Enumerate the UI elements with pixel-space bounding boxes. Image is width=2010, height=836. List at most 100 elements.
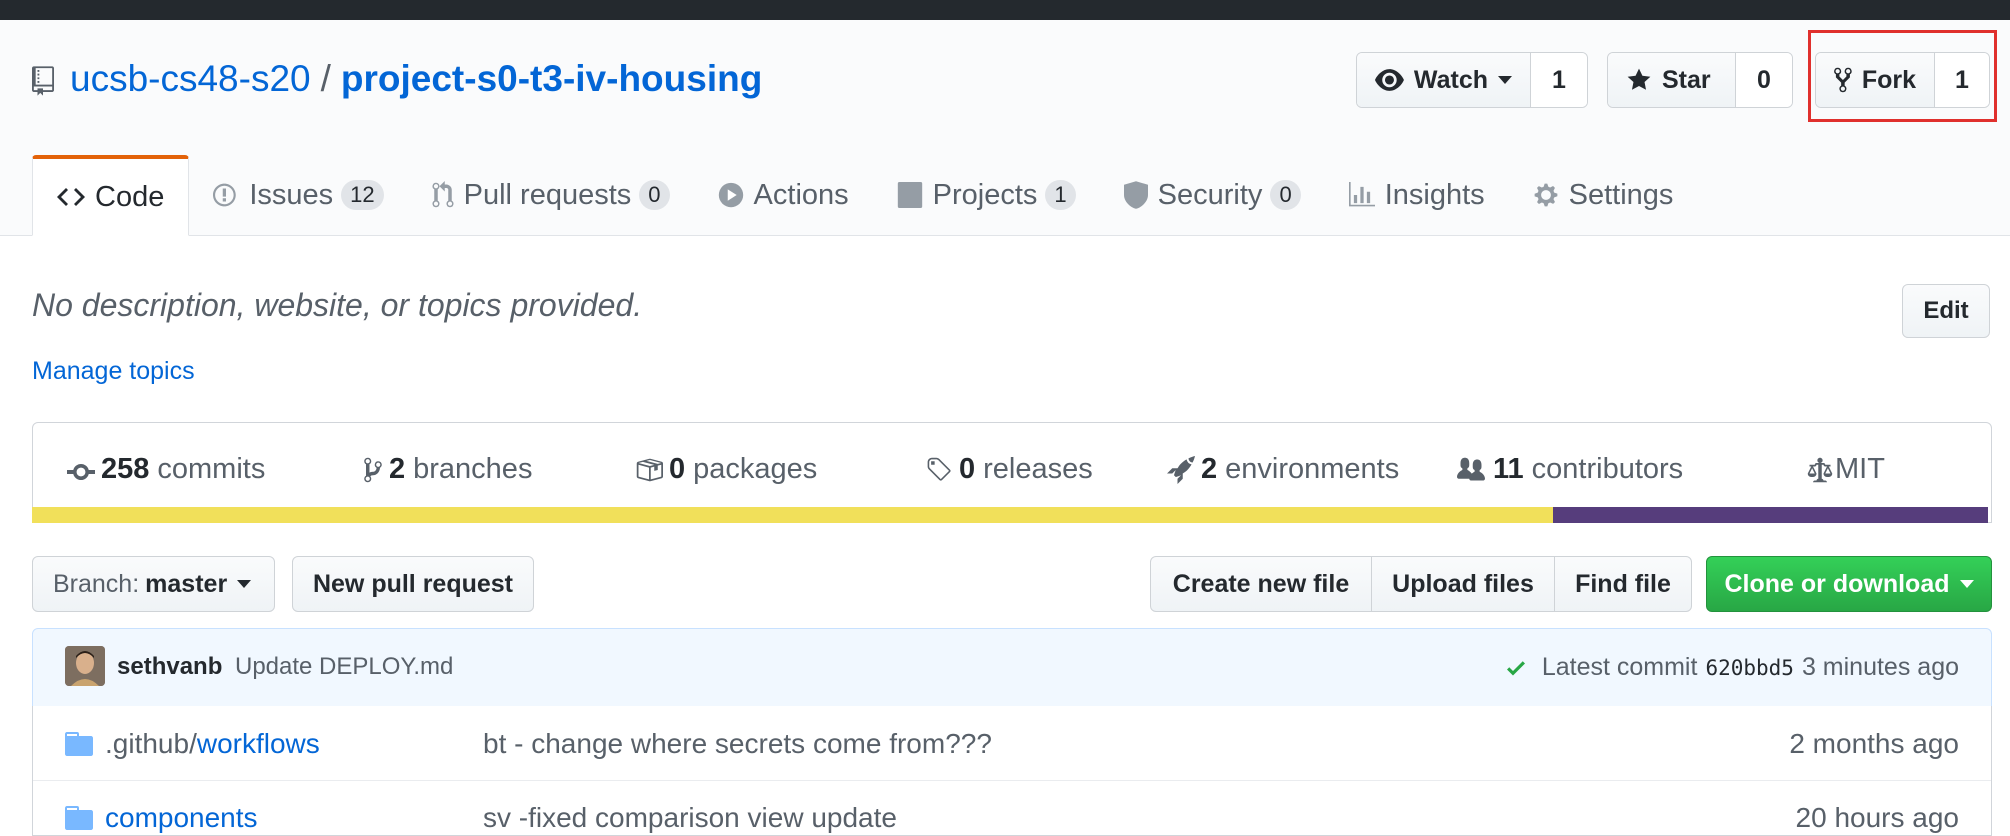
eye-icon <box>1375 69 1404 91</box>
file-row: components sv -fixed comparison view upd… <box>33 780 1991 835</box>
file-actions-group: Create new file Upload files Find file <box>1150 556 1692 612</box>
tab-insights-label: Insights <box>1384 178 1485 211</box>
license-link[interactable]: MIT <box>1805 453 1885 486</box>
repo-icon <box>32 66 54 96</box>
repo-title: ucsb-cs48-s20/project-s0-t3-iv-housing <box>70 56 762 102</box>
upload-files-button[interactable]: Upload files <box>1372 557 1555 611</box>
clone-or-download-button[interactable]: Clone or download <box>1706 556 1992 612</box>
commit-age: 3 minutes ago <box>1801 653 1959 681</box>
file-name[interactable]: components <box>105 802 258 834</box>
find-file-button[interactable]: Find file <box>1555 557 1691 611</box>
file-name-link[interactable]: workflows <box>197 728 320 759</box>
tab-issues[interactable]: Issues 12 <box>189 155 407 235</box>
license-label: MIT <box>1835 453 1885 485</box>
law-icon <box>1807 457 1833 482</box>
watch-button[interactable]: Watch <box>1357 53 1531 107</box>
tab-projects-counter: 1 <box>1045 180 1076 210</box>
tab-projects[interactable]: Projects 1 <box>873 155 1100 235</box>
tab-pull-requests-label: Pull requests <box>463 178 632 211</box>
tab-insights[interactable]: Insights <box>1325 155 1509 235</box>
watch-count[interactable]: 1 <box>1531 53 1587 107</box>
star-button[interactable]: Star <box>1608 53 1736 107</box>
commit-author-link[interactable]: sethvanb <box>117 653 222 681</box>
tab-settings-label: Settings <box>1568 178 1674 211</box>
folder-icon <box>65 732 93 756</box>
repo-nav: Code Issues 12 Pull requests 0 Actions P… <box>32 155 1697 236</box>
tab-security-label: Security <box>1157 178 1263 211</box>
branch-select-button[interactable]: Branch: master <box>32 556 275 612</box>
user-avatar-image <box>65 646 105 686</box>
create-new-file-button[interactable]: Create new file <box>1151 557 1372 611</box>
star-label: Star <box>1662 65 1711 94</box>
contributors-link[interactable]: 11 contributors <box>1455 453 1683 486</box>
commits-count: 258 <box>101 453 150 485</box>
folder-icon <box>65 806 93 830</box>
star-group: Star 0 <box>1607 52 1793 108</box>
chevron-down-icon <box>1498 76 1512 84</box>
commits-label: commits <box>157 453 266 485</box>
branches-link[interactable]: 2 branches <box>363 453 532 486</box>
repo-description: No description, website, or topics provi… <box>32 287 643 323</box>
file-commit-age: 2 months ago <box>1789 728 1959 759</box>
shield-icon <box>1123 181 1148 209</box>
tab-security[interactable]: Security 0 <box>1100 155 1325 235</box>
project-icon <box>897 182 922 208</box>
tab-code[interactable]: Code <box>32 155 190 236</box>
tab-pull-requests-counter: 0 <box>639 180 670 210</box>
releases-label: releases <box>983 453 1093 485</box>
packages-link[interactable]: 0 packages <box>635 453 817 486</box>
play-icon <box>718 182 743 208</box>
tag-icon <box>927 457 951 481</box>
file-commit-message[interactable]: bt - change where secrets come from??? <box>483 728 992 760</box>
packages-label: packages <box>693 453 818 485</box>
file-name[interactable]: .github/workflows <box>105 728 320 760</box>
pull-request-icon <box>432 181 454 208</box>
language-bar[interactable] <box>32 507 1992 523</box>
branches-label: branches <box>413 453 533 485</box>
star-count[interactable]: 0 <box>1736 53 1792 107</box>
repo-owner-link[interactable]: ucsb-cs48-s20 <box>70 58 311 99</box>
commit-sha-link[interactable]: 620bbd5 <box>1705 656 1794 680</box>
commit-meta: Latest commit 620bbd5 3 minutes ago <box>1504 653 1959 682</box>
package-icon <box>636 458 663 481</box>
environments-label: environments <box>1225 453 1400 485</box>
people-icon <box>1457 457 1485 480</box>
new-pull-request-button[interactable]: New pull request <box>292 556 534 612</box>
tab-actions[interactable]: Actions <box>694 155 873 235</box>
chevron-down-icon <box>1959 580 1974 588</box>
releases-count: 0 <box>959 453 976 485</box>
repo-title-separator: / <box>320 58 331 99</box>
tab-settings[interactable]: Settings <box>1509 155 1698 235</box>
packages-count: 0 <box>669 453 686 485</box>
branch-icon <box>364 457 382 482</box>
file-commit-age: 20 hours ago <box>1795 802 1959 833</box>
code-icon <box>57 188 85 206</box>
issue-icon <box>213 183 237 207</box>
tab-issues-counter: 12 <box>341 180 384 210</box>
fork-highlight-box <box>1808 30 1997 122</box>
branch-label: Branch: <box>53 569 140 598</box>
tab-security-counter: 0 <box>1270 180 1301 210</box>
tab-pull-requests[interactable]: Pull requests 0 <box>408 155 694 235</box>
commit-message-link[interactable]: Update DEPLOY.md <box>235 653 453 681</box>
branch-value: master <box>145 569 228 598</box>
environments-link[interactable]: 2 environments <box>1167 453 1399 486</box>
file-row: .github/workflows bt - change where secr… <box>33 706 1991 781</box>
contributors-count: 11 <box>1493 453 1524 485</box>
file-name-link[interactable]: components <box>105 802 258 833</box>
file-commit-message[interactable]: sv -fixed comparison view update <box>483 802 897 834</box>
check-icon <box>1506 660 1525 675</box>
repo-name-link[interactable]: project-s0-t3-iv-housing <box>341 58 762 99</box>
releases-link[interactable]: 0 releases <box>925 453 1093 486</box>
graph-icon <box>1348 182 1375 207</box>
contributors-label: contributors <box>1531 453 1684 485</box>
watch-label: Watch <box>1413 65 1488 94</box>
gear-icon <box>1534 183 1558 207</box>
global-header <box>0 0 2010 20</box>
branches-count: 2 <box>389 453 406 485</box>
commits-link[interactable]: 258 commits <box>67 453 265 486</box>
rocket-icon <box>1167 455 1195 484</box>
edit-description-button[interactable]: Edit <box>1902 284 1990 338</box>
avatar[interactable] <box>65 646 105 686</box>
manage-topics-link[interactable]: Manage topics <box>32 357 195 386</box>
